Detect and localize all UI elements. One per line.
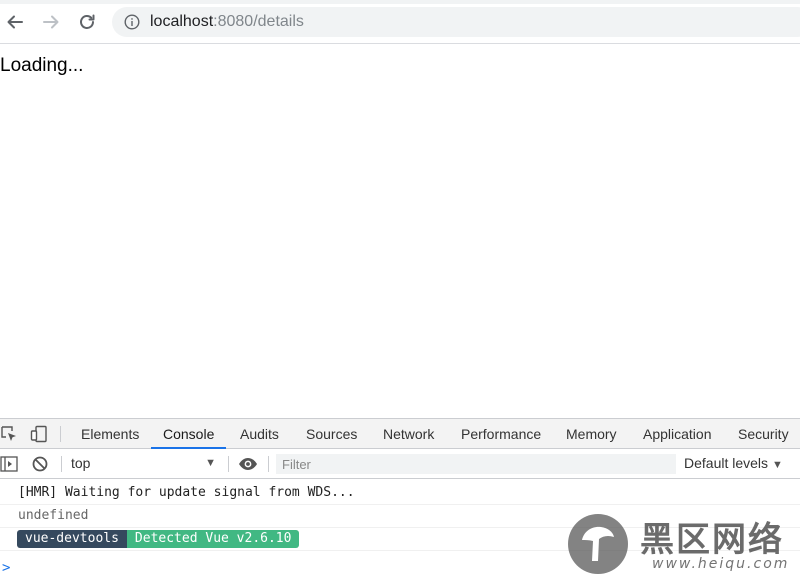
tab-audits[interactable]: Audits	[240, 419, 279, 448]
filter-input[interactable]	[276, 454, 676, 474]
tab-performance[interactable]: Performance	[461, 419, 541, 448]
tab-elements[interactable]: Elements	[81, 419, 139, 448]
toolbar-divider	[60, 426, 61, 442]
context-selector[interactable]: top ▼	[62, 449, 222, 478]
dropdown-arrow-icon: ▼	[772, 459, 783, 471]
watermark: 黑区网络 www.heiqu.com	[568, 512, 800, 578]
toolbar-divider	[228, 456, 229, 472]
tab-network[interactable]: Network	[383, 419, 434, 448]
arrow-right-icon	[43, 15, 59, 29]
forward-button[interactable]	[40, 11, 62, 33]
context-value: top	[71, 455, 91, 471]
url-host: localhost	[150, 13, 214, 30]
eye-icon[interactable]	[238, 455, 258, 473]
browser-toolbar: localhost:8080/details	[0, 0, 800, 44]
address-bar[interactable]: localhost:8080/details	[112, 7, 800, 37]
show-sidebar-icon[interactable]	[0, 455, 18, 473]
vue-version-badge: Detected Vue v2.6.10	[126, 529, 300, 548]
reload-icon	[80, 14, 95, 29]
page-viewport: Loading...	[0, 44, 800, 418]
tab-application[interactable]: Application	[643, 419, 712, 448]
watermark-title: 黑区网络	[640, 520, 784, 560]
url-path: :8080/details	[213, 13, 304, 30]
device-toolbar-icon[interactable]	[30, 425, 48, 443]
console-message: [HMR] Waiting for update signal from WDS…	[0, 482, 800, 505]
loading-text: Loading...	[0, 55, 84, 76]
devtools-tab-bar: Elements Console Audits Sources Network …	[0, 419, 800, 449]
url-text[interactable]: localhost:8080/details	[150, 13, 304, 31]
tab-security[interactable]: Security	[738, 419, 789, 448]
vue-devtools-badge: vue-devtools	[17, 529, 127, 548]
inspect-element-icon[interactable]	[0, 425, 18, 443]
arrow-left-icon	[7, 15, 23, 29]
info-icon[interactable]	[124, 14, 140, 30]
console-prompt[interactable]: >	[2, 560, 10, 576]
console-toolbar: top ▼ Default levels▼	[0, 449, 800, 479]
watermark-logo-icon	[568, 514, 628, 574]
clear-console-icon[interactable]	[31, 455, 49, 473]
dropdown-arrow-icon: ▼	[205, 457, 216, 469]
log-levels-dropdown[interactable]: Default levels ▼	[684, 449, 783, 478]
tab-console[interactable]: Console	[150, 419, 227, 449]
tab-sources[interactable]: Sources	[306, 419, 357, 448]
log-levels-label: Default levels	[684, 455, 769, 471]
tab-memory[interactable]: Memory	[566, 419, 617, 448]
tab-strip-edge	[0, 0, 800, 4]
reload-button[interactable]	[76, 11, 98, 33]
toolbar-divider	[268, 456, 269, 472]
watermark-url: www.heiqu.com	[652, 556, 790, 572]
back-button[interactable]	[4, 11, 26, 33]
